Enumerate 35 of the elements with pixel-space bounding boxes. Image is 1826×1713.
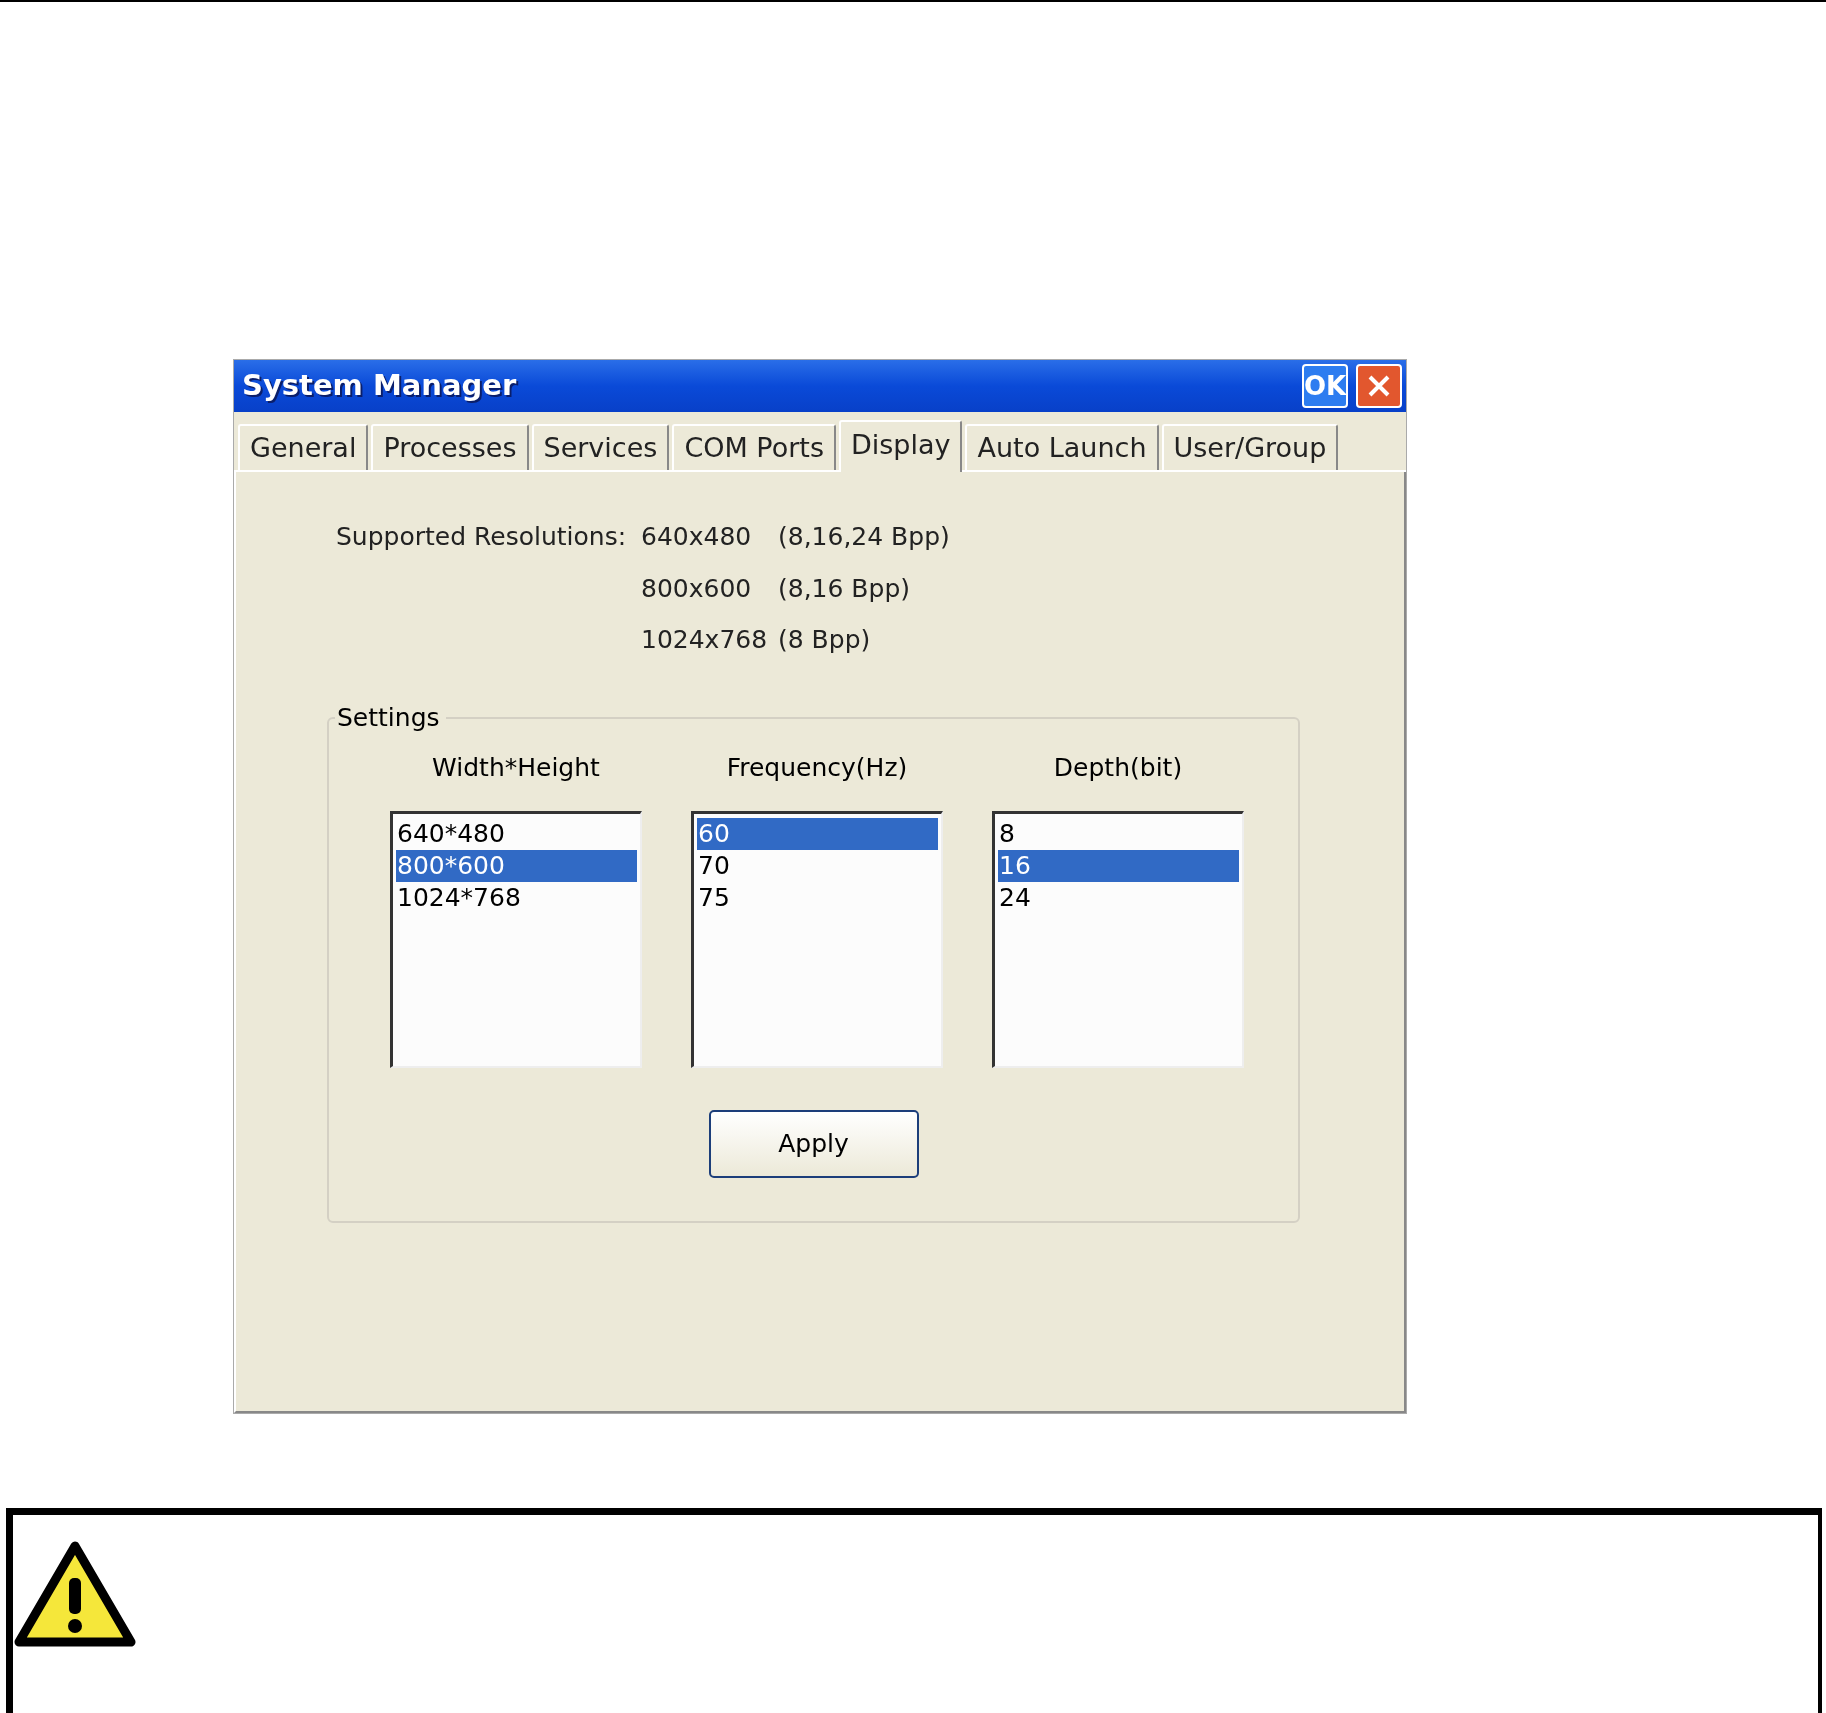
list-item[interactable]: 60 xyxy=(697,818,938,850)
column-heading: Width*Height xyxy=(432,751,600,784)
tab[interactable]: Services xyxy=(531,424,670,470)
tab[interactable]: COM Ports xyxy=(672,424,836,470)
apply-button[interactable]: Apply xyxy=(708,1110,919,1178)
list-item[interactable]: 800*600 xyxy=(396,850,637,882)
depth-text: (8 Bpp) xyxy=(778,624,872,656)
list-box[interactable]: 8 16 24 xyxy=(992,811,1244,1068)
depth-text: (8,16,24 Bpp) xyxy=(778,521,951,553)
warning-icon xyxy=(13,1540,137,1648)
column-heading: Frequency(Hz) xyxy=(726,751,908,784)
window-title: System Manager xyxy=(242,367,518,405)
tab[interactable]: Processes xyxy=(371,424,529,470)
list-item[interactable]: 16 xyxy=(998,850,1239,882)
close-button[interactable] xyxy=(1356,364,1402,408)
tab[interactable]: General xyxy=(238,424,369,470)
list-box[interactable]: 640*480 800*600 1024*768 xyxy=(390,811,642,1068)
column-heading: Depth(bit) xyxy=(1053,751,1183,784)
list-item[interactable]: 24 xyxy=(998,882,1239,914)
resolution-text: 800x600 xyxy=(641,572,753,605)
list-item[interactable]: 8 xyxy=(998,818,1239,850)
tab[interactable]: Auto Launch xyxy=(965,424,1159,470)
resolution-text: 1024x768 xyxy=(641,624,769,656)
depth-text: (8,16 Bpp) xyxy=(778,572,911,605)
list-box[interactable]: 60 70 75 xyxy=(691,811,943,1068)
list-item[interactable]: 640*480 xyxy=(396,818,637,850)
list-item[interactable]: 75 xyxy=(697,882,938,914)
tab[interactable]: Display xyxy=(838,420,963,472)
ok-button[interactable]: OK xyxy=(1302,364,1348,408)
tab[interactable]: User/Group xyxy=(1161,424,1339,470)
resolutions-label: Supported Resolutions: xyxy=(336,521,628,553)
list-item[interactable]: 1024*768 xyxy=(396,882,637,914)
list-item[interactable]: 70 xyxy=(697,850,938,882)
close-icon xyxy=(1366,373,1392,399)
resolution-text: 640x480 xyxy=(641,521,753,553)
